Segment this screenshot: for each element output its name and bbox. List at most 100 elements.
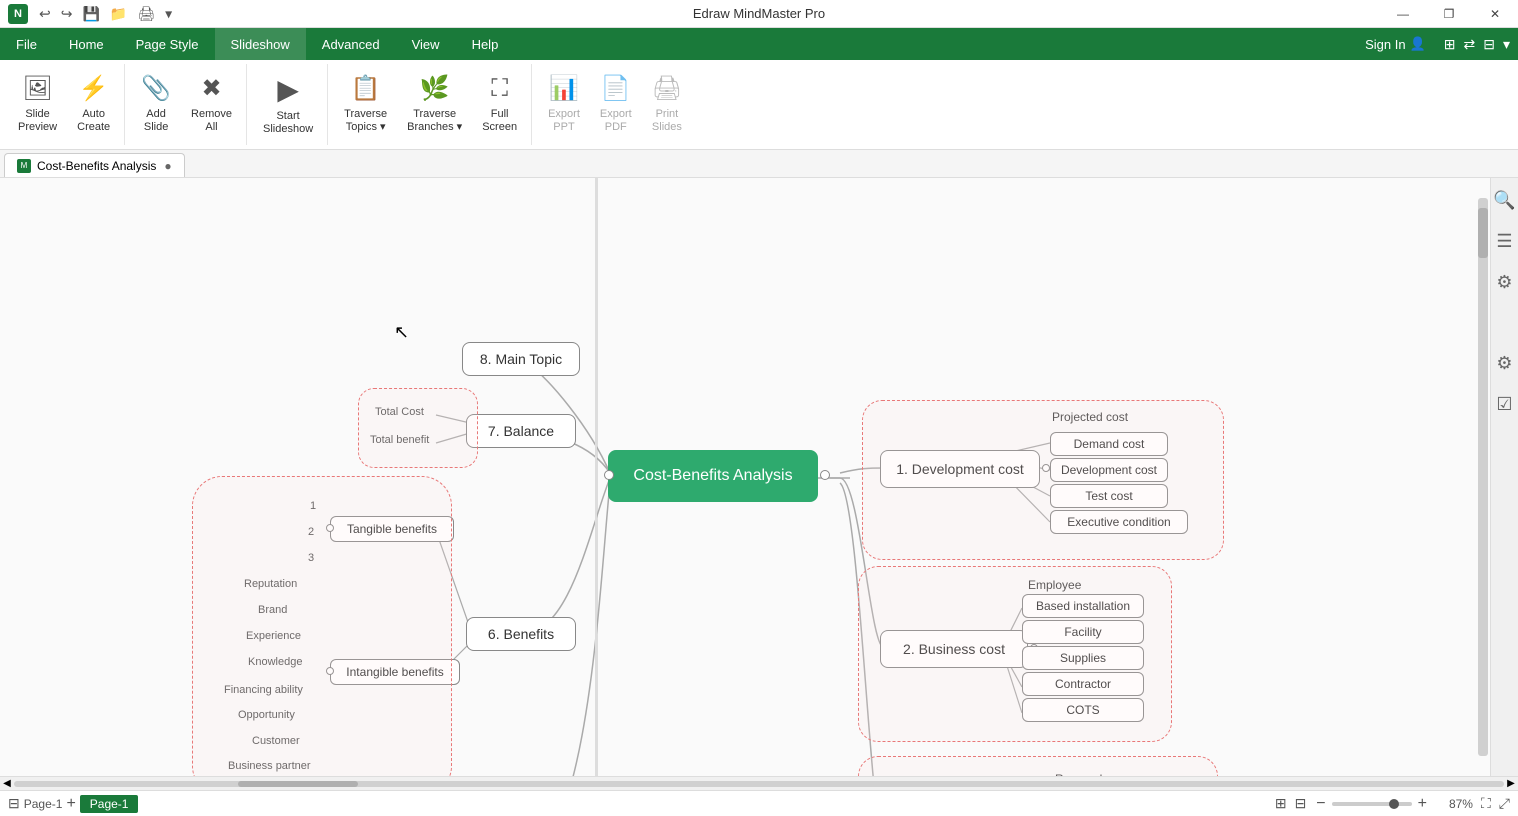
settings-sidebar-icon[interactable]: ⚙: [1492, 268, 1516, 297]
fullscreen-btn[interactable]: ⛶: [1481, 795, 1491, 812]
close-btn[interactable]: ✕: [1472, 0, 1518, 28]
expand-btn[interactable]: ⤢: [1499, 795, 1510, 812]
zoom-in-btn[interactable]: +: [1416, 795, 1429, 813]
list-sidebar-icon[interactable]: ☰: [1492, 227, 1516, 256]
traverse-branches-btn[interactable]: 🌿 TraverseBranches ▾: [399, 69, 470, 141]
title-bar: N ↩ ↪ 💾 📁 🖨 ▾ Edraw MindMaster Pro — ❐ ✕: [0, 0, 1518, 28]
layout-icon[interactable]: ⊞: [1444, 36, 1456, 53]
dropdown-icon[interactable]: ▾: [1503, 36, 1510, 53]
group-benefits: [192, 476, 452, 776]
save-btn[interactable]: 💾: [79, 3, 102, 24]
maximize-btn[interactable]: ❐: [1426, 0, 1472, 28]
left-connector-main: [604, 470, 614, 480]
full-screen-icon: ⛶: [491, 75, 508, 104]
node-balance-label: 7. Balance: [488, 423, 554, 439]
main-node[interactable]: Cost-Benefits Analysis: [608, 450, 818, 502]
h-scrollbar[interactable]: ◀ ▶: [0, 776, 1518, 790]
menu-slideshow[interactable]: Slideshow: [215, 28, 306, 60]
node-main-topic-label: 8. Main Topic: [480, 351, 562, 367]
node-benefits[interactable]: 6. Benefits: [466, 617, 576, 651]
full-screen-btn[interactable]: ⛶ FullScreen: [474, 69, 525, 141]
start-slideshow-btn[interactable]: ▶ StartSlideshow: [255, 69, 321, 141]
tab-label: Cost-Benefits Analysis: [37, 159, 156, 173]
ribbon: 🖼 SlidePreview ⚡ AutoCreate 📎 AddSlide ✖…: [0, 60, 1518, 150]
print-slides-icon: 🖨: [652, 75, 682, 104]
apps-icon[interactable]: ⊟: [1483, 36, 1495, 53]
share-icon[interactable]: ⇄: [1464, 36, 1476, 53]
ribbon-group-export: 📊 ExportPPT 📄 ExportPDF 🖨 PrintSlides: [534, 64, 696, 145]
print-slides-btn: 🖨 PrintSlides: [644, 69, 690, 141]
canvas[interactable]: Cost-Benefits Analysis 8. Main Topic 7. …: [0, 178, 1518, 776]
export-pdf-btn: 📄 ExportPDF: [592, 69, 640, 141]
fit-width-btn[interactable]: ⊟: [1295, 795, 1307, 812]
sign-in-icon: 👤: [1410, 36, 1426, 52]
page-indicator: Page-1: [24, 797, 63, 811]
ribbon-group-slides: 📎 AddSlide ✖ RemoveAll: [127, 64, 247, 145]
traverse-branches-icon: 🌿: [420, 75, 450, 104]
menu-bar: File Home Page Style Slideshow Advanced …: [0, 28, 1518, 60]
right-connector-main: [820, 470, 830, 480]
print-btn[interactable]: 🖨: [134, 3, 158, 24]
menu-view[interactable]: View: [396, 28, 456, 60]
page-tab-1[interactable]: Page-1: [80, 795, 139, 813]
zoom-controls: − +: [1314, 795, 1429, 813]
add-slide-btn[interactable]: 📎 AddSlide: [133, 69, 179, 141]
window-title: Edraw MindMaster Pro: [693, 6, 825, 21]
checkbox-sidebar-icon[interactable]: ☑: [1492, 390, 1516, 419]
sign-in-btn[interactable]: Sign In 👤: [1355, 36, 1436, 52]
zoom-thumb: [1389, 799, 1399, 809]
tab-bar: M Cost-Benefits Analysis ●: [0, 150, 1518, 178]
traverse-topics-btn[interactable]: 📋 TraverseTopics ▾: [336, 69, 395, 141]
ribbon-group-preview: 🖼 SlidePreview ⚡ AutoCreate: [4, 64, 125, 145]
menu-file[interactable]: File: [0, 28, 53, 60]
minimize-btn[interactable]: —: [1380, 0, 1426, 28]
redo-btn[interactable]: ↪: [58, 3, 76, 24]
auto-create-btn[interactable]: ⚡ AutoCreate: [69, 69, 118, 141]
zoom-slider[interactable]: [1332, 802, 1412, 806]
auto-create-icon: ⚡: [79, 75, 109, 104]
undo-btn[interactable]: ↩: [36, 3, 54, 24]
zoom-level: 87%: [1437, 797, 1473, 811]
slide-preview-icon: 🖼: [22, 75, 52, 104]
menu-right-icons: ⊞ ⇄ ⊟ ▾: [1444, 36, 1518, 53]
traverse-topics-icon: 📋: [351, 75, 381, 104]
scroll-left-btn[interactable]: ◀: [0, 777, 14, 791]
ribbon-group-start: ▶ StartSlideshow: [249, 64, 328, 145]
format-sidebar-icon[interactable]: ⚙: [1492, 349, 1516, 378]
right-sidebar: 🔍 ☰ ⚙ ⚙ ☑: [1490, 178, 1518, 776]
expand-panel-btn[interactable]: ⊟: [8, 795, 20, 812]
node-benefits-label: 6. Benefits: [488, 626, 554, 642]
status-bar: ⊟ Page-1 + Page-1 ⊞ ⊟ − + 87% ⛶ ⤢: [0, 790, 1518, 816]
tab-cost-benefits[interactable]: M Cost-Benefits Analysis ●: [4, 153, 185, 177]
tab-close-btn[interactable]: ●: [164, 159, 171, 173]
search-sidebar-icon[interactable]: 🔍: [1489, 186, 1518, 215]
main-node-label: Cost-Benefits Analysis: [633, 467, 792, 485]
node-main-topic[interactable]: 8. Main Topic: [462, 342, 580, 376]
ribbon-group-traverse: 📋 TraverseTopics ▾ 🌿 TraverseBranches ▾ …: [330, 64, 532, 145]
tab-icon: M: [17, 159, 31, 173]
remove-all-btn[interactable]: ✖ RemoveAll: [183, 69, 240, 141]
export-ppt-btn: 📊 ExportPPT: [540, 69, 588, 141]
open-btn[interactable]: 📁: [107, 3, 130, 24]
remove-all-icon: ✖: [201, 75, 221, 104]
fit-page-btn[interactable]: ⊞: [1275, 795, 1287, 812]
group-business-cost: [858, 566, 1172, 742]
quick-access-toolbar: ↩ ↪ 💾 📁 🖨 ▾: [36, 3, 175, 24]
start-slideshow-icon: ▶: [277, 73, 299, 107]
menu-advanced[interactable]: Advanced: [306, 28, 396, 60]
menu-page-style[interactable]: Page Style: [120, 28, 215, 60]
more-btn[interactable]: ▾: [162, 3, 175, 24]
zoom-out-btn[interactable]: −: [1314, 795, 1327, 813]
add-page-btn[interactable]: +: [66, 795, 75, 813]
scroll-right-btn[interactable]: ▶: [1504, 777, 1518, 791]
cursor: ↖: [394, 322, 409, 343]
slide-preview-btn[interactable]: 🖼 SlidePreview: [10, 69, 65, 141]
group-dev-cost: [862, 400, 1224, 560]
node-balance[interactable]: 7. Balance: [466, 414, 576, 448]
add-slide-icon: 📎: [141, 75, 171, 104]
v-scrollbar[interactable]: [1476, 178, 1490, 776]
menu-home[interactable]: Home: [53, 28, 120, 60]
group-balance: [358, 388, 478, 468]
menu-help[interactable]: Help: [456, 28, 515, 60]
group-non-recurring: [858, 756, 1218, 776]
